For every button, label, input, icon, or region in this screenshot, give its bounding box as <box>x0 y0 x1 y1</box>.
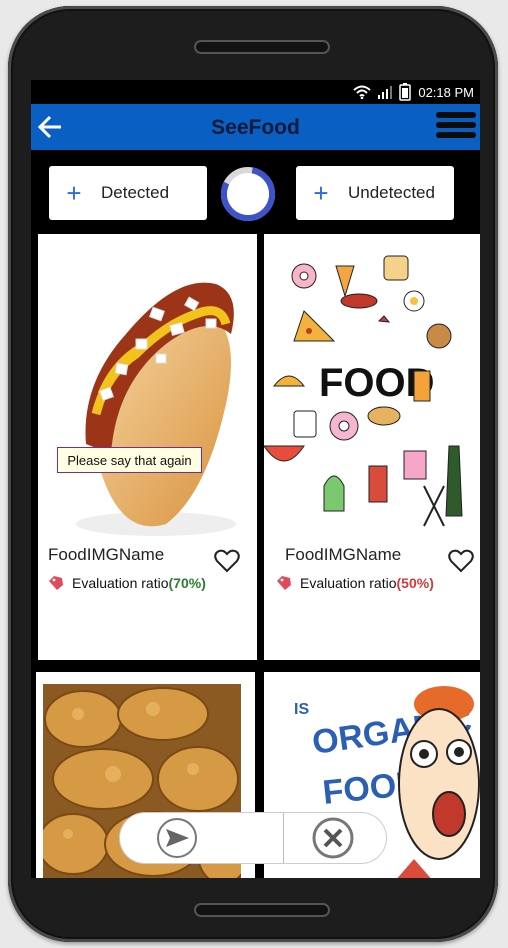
close-circle-icon[interactable] <box>312 817 354 859</box>
wifi-icon <box>353 85 372 99</box>
image-text: IS <box>294 701 309 718</box>
food-doodle-image[interactable]: FOOD <box>264 246 480 536</box>
tag-icon <box>49 576 63 590</box>
divider <box>283 813 284 863</box>
detected-label: Detected <box>101 183 170 202</box>
food-name: FoodIMGName <box>48 545 165 564</box>
undetected-label: Undetected <box>348 183 435 202</box>
food-name: FoodIMGName <box>285 545 402 564</box>
food-card[interactable]: Please say that again FoodIMGName Evalua… <box>38 234 257 660</box>
detected-filter-button[interactable]: + Detected <box>49 166 207 220</box>
app-bar: SeeFood <box>31 104 480 150</box>
menu-bar <box>436 122 476 128</box>
evaluation-row: Evaluation ratio (70%) <box>48 575 206 591</box>
plus-icon: + <box>66 178 82 208</box>
food-card[interactable]: FOOD FoodIMGName Evaluation ratio (50%) <box>264 234 480 660</box>
status-time: 02:18 PM <box>418 84 474 100</box>
bottom-speaker <box>194 903 330 917</box>
signal-icon <box>378 86 393 99</box>
tooltip: Please say that again <box>57 447 202 473</box>
tag-icon <box>277 576 291 590</box>
app-title: SeeFood <box>211 116 300 139</box>
top-speaker <box>194 40 330 54</box>
action-bar <box>120 813 386 863</box>
plus-icon: + <box>313 178 329 208</box>
evaluation-label: Evaluation ratio <box>300 575 397 591</box>
hamburger-menu-icon[interactable] <box>436 110 476 146</box>
evaluation-value: (50%) <box>396 575 434 591</box>
screen: 02:18 PM SeeFood + Detected + Undetected <box>31 80 480 878</box>
heart-icon[interactable] <box>448 549 474 573</box>
status-bar: 02:18 PM <box>31 80 480 104</box>
heart-icon[interactable] <box>214 549 240 573</box>
battery-icon <box>399 83 412 101</box>
loading-spinner-icon <box>221 167 275 221</box>
undetected-filter-button[interactable]: + Undetected <box>296 166 454 220</box>
hot-dog-image[interactable] <box>56 254 246 544</box>
send-icon[interactable] <box>156 817 198 859</box>
evaluation-label: Evaluation ratio <box>72 575 169 591</box>
evaluation-row: Evaluation ratio (50%) <box>276 575 434 591</box>
evaluation-value: (70%) <box>168 575 206 591</box>
menu-bar <box>436 112 476 118</box>
menu-bar <box>436 132 476 138</box>
